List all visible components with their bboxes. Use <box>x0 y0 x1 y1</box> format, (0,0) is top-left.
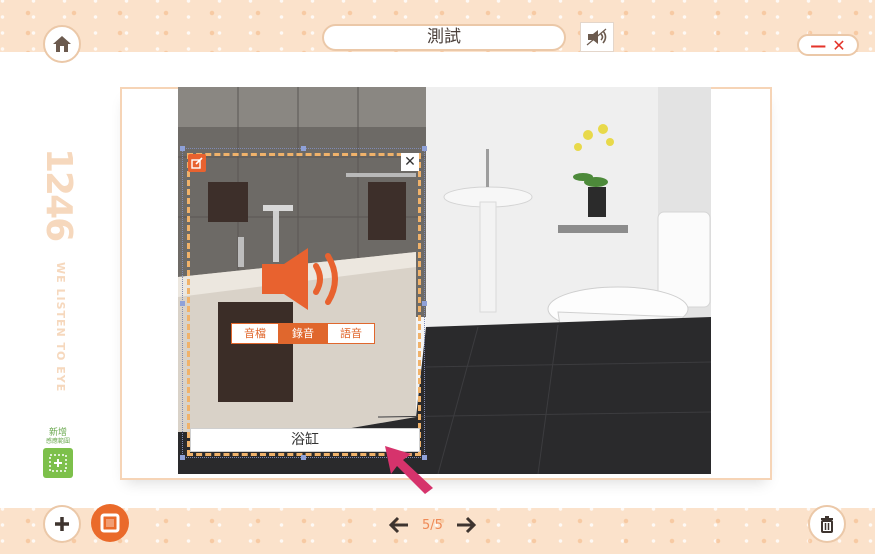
close-window-icon[interactable]: ✕ <box>832 36 845 55</box>
edit-icon[interactable] <box>188 154 206 172</box>
window-controls[interactable]: — ✕ <box>797 34 859 56</box>
audio-mode-tabs: 音檔 錄音 語音 <box>231 323 375 344</box>
resize-handle[interactable] <box>422 146 427 151</box>
hotspot-region[interactable]: ✕ 音檔 錄音 語音 浴缸 <box>180 146 427 460</box>
tab-voice[interactable]: 語音 <box>327 323 375 344</box>
speaker-icon[interactable] <box>260 244 350 318</box>
arrow-right-icon <box>456 516 477 534</box>
delete-button[interactable] <box>808 505 846 543</box>
add-range-button[interactable]: 新增 感應範圍 <box>41 428 75 478</box>
page-title: 測試 <box>322 24 566 51</box>
tab-audio-file[interactable]: 音檔 <box>231 323 279 344</box>
home-button[interactable] <box>43 25 81 63</box>
resize-handle[interactable] <box>180 455 185 460</box>
mute-button[interactable] <box>580 22 614 52</box>
add-region-icon[interactable] <box>43 448 73 478</box>
add-range-sublabel: 感應範圍 <box>45 438 70 445</box>
minimize-icon[interactable]: — <box>810 36 826 55</box>
resize-handle[interactable] <box>422 301 427 306</box>
trash-icon <box>821 516 833 533</box>
app-window: ✕ 音檔 錄音 語音 浴缸 1246 WE LISTEN TO EYE 新增 感… <box>0 0 875 554</box>
brand-tagline: WE LISTEN TO EYE <box>54 262 67 393</box>
prev-page-button[interactable] <box>386 512 412 538</box>
resize-handle[interactable] <box>180 146 185 151</box>
resize-handle[interactable] <box>180 301 185 306</box>
arrow-left-icon <box>388 516 408 534</box>
pager: 5/5 <box>386 512 479 538</box>
tab-record[interactable]: 錄音 <box>279 323 327 344</box>
page-indicator: 5/5 <box>422 517 443 533</box>
brand-number: 1246 <box>38 148 79 241</box>
resize-handle[interactable] <box>301 146 306 151</box>
layout-button[interactable] <box>91 504 129 542</box>
add-button[interactable] <box>43 505 81 543</box>
resize-handle[interactable] <box>301 455 306 460</box>
add-range-label: 新增 <box>48 428 67 438</box>
frame-icon <box>100 513 120 533</box>
plus-icon <box>55 517 69 531</box>
pointer-arrow-icon <box>381 444 441 500</box>
mute-speaker-icon <box>586 28 607 46</box>
close-icon[interactable]: ✕ <box>401 153 419 171</box>
home-icon <box>53 36 71 52</box>
next-page-button[interactable] <box>453 512 479 538</box>
